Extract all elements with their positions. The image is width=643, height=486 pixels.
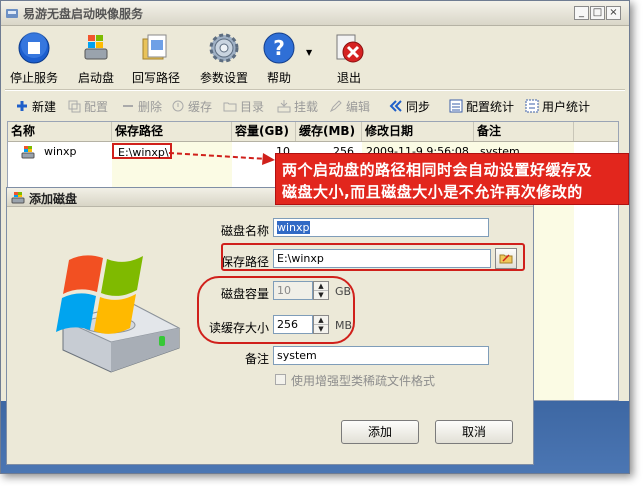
col-header-capacity[interactable]: 容量(GB) bbox=[232, 122, 296, 141]
boot-disk-icon bbox=[84, 35, 108, 60]
config-button[interactable]: 配置 bbox=[67, 97, 108, 115]
disk-row-icon bbox=[21, 146, 35, 159]
dialog-disk-icon bbox=[11, 192, 25, 204]
main-window: 易游无盘启动映像服务 _ □ × 停止服务 启动盘 回写路径 参数设置 ? 帮助… bbox=[0, 0, 630, 474]
dialog-title: 添加磁盘 bbox=[29, 192, 78, 206]
plus-icon bbox=[17, 101, 27, 111]
help-button[interactable]: ? 帮助 bbox=[259, 29, 299, 85]
sync-button[interactable]: 同步 bbox=[389, 97, 430, 115]
sparse-file-label: 使用增强型类稀疏文件格式 bbox=[291, 374, 436, 388]
col-header-name[interactable]: 名称 bbox=[8, 122, 112, 141]
row-path: E:\winxp\ bbox=[112, 143, 172, 159]
window-title: 易游无盘启动映像服务 bbox=[23, 7, 144, 21]
help-icon: ? bbox=[263, 32, 295, 64]
writeback-path-label: 回写路径 bbox=[131, 71, 180, 85]
maximize-button[interactable]: □ bbox=[590, 6, 605, 20]
size-fields-highlight bbox=[197, 276, 355, 344]
directory-button[interactable]: 目录 bbox=[223, 97, 264, 115]
app-icon bbox=[6, 9, 18, 18]
callout-line-1: 两个启动盘的路径相同时会自动设置好缓存及 bbox=[282, 161, 593, 179]
toolbar-divider bbox=[5, 89, 625, 91]
user-stats-label: 用户统计 bbox=[542, 99, 591, 114]
minus-icon bbox=[123, 105, 133, 107]
close-button[interactable]: × bbox=[606, 6, 621, 20]
edit-button[interactable]: 编辑 bbox=[329, 97, 370, 115]
exit-label: 退出 bbox=[336, 71, 361, 85]
exit-button[interactable]: 退出 bbox=[327, 29, 371, 85]
mount-icon bbox=[277, 100, 291, 113]
user-stats-button[interactable]: 用户统计 bbox=[525, 97, 590, 115]
secondary-toolbar: 新建 配置 删除 缓存 目录 挂载 编辑 同步 配置统计 用户统计 bbox=[1, 93, 629, 117]
cancel-button[interactable]: 取消 bbox=[435, 420, 513, 444]
disk-name-value: winxp bbox=[277, 221, 310, 234]
col-header-path[interactable]: 保存路径 bbox=[112, 122, 232, 141]
settings-button[interactable]: 参数设置 bbox=[195, 29, 253, 85]
config-stats-label: 配置统计 bbox=[466, 99, 515, 114]
directory-label: 目录 bbox=[240, 99, 265, 114]
col-header-note[interactable]: 备注 bbox=[474, 122, 574, 141]
main-toolbar: 停止服务 启动盘 回写路径 参数设置 ? 帮助 ▼ 退出 bbox=[1, 26, 629, 86]
callout-arrow bbox=[168, 152, 275, 165]
disk-name-label: 磁盘名称 bbox=[220, 224, 269, 238]
writeback-path-icon bbox=[142, 34, 167, 60]
cache-icon bbox=[172, 100, 184, 112]
user-stats-icon bbox=[525, 99, 539, 113]
boot-disk-button[interactable]: 启动盘 bbox=[71, 29, 121, 85]
edit-label: 编辑 bbox=[346, 99, 371, 114]
config-stats-button[interactable]: 配置统计 bbox=[449, 97, 514, 115]
settings-gear-icon bbox=[209, 33, 239, 63]
settings-label: 参数设置 bbox=[199, 71, 248, 85]
help-label: 帮助 bbox=[266, 71, 291, 85]
stop-service-icon bbox=[18, 32, 50, 64]
col-header-cache[interactable]: 缓存(MB) bbox=[296, 122, 362, 141]
row-name: winxp bbox=[44, 145, 77, 158]
cache-button[interactable]: 缓存 bbox=[171, 97, 212, 115]
mount-label: 挂载 bbox=[294, 99, 319, 114]
stop-service-label: 停止服务 bbox=[9, 71, 58, 85]
cache-label: 缓存 bbox=[188, 99, 213, 114]
delete-label: 删除 bbox=[138, 99, 163, 114]
exit-icon bbox=[336, 34, 364, 63]
note-label: 备注 bbox=[244, 352, 269, 366]
col-header-date[interactable]: 修改日期 bbox=[362, 122, 474, 141]
config-icon bbox=[68, 100, 81, 113]
save-path-highlight bbox=[221, 243, 525, 271]
stop-service-button[interactable]: 停止服务 bbox=[5, 29, 63, 85]
help-dropdown-icon[interactable]: ▼ bbox=[306, 48, 312, 57]
sync-label: 同步 bbox=[406, 99, 431, 114]
config-stats-icon bbox=[449, 99, 463, 113]
note-input[interactable]: system bbox=[273, 346, 489, 365]
mount-button[interactable]: 挂载 bbox=[277, 97, 318, 115]
edit-icon bbox=[329, 100, 342, 113]
sparse-file-checkbox[interactable] bbox=[275, 374, 286, 385]
add-disk-dialog: 添加磁盘 × 磁盘名称 winxp 保存路径 E:\winxp 磁盘容量 10 bbox=[6, 187, 534, 465]
new-label: 新建 bbox=[32, 99, 57, 114]
boot-disk-label: 启动盘 bbox=[77, 71, 114, 85]
windows-disk-illustration bbox=[56, 255, 181, 373]
add-button[interactable]: 添加 bbox=[341, 420, 419, 444]
title-bar: 易游无盘启动映像服务 _ □ × bbox=[1, 1, 629, 26]
new-button[interactable]: 新建 bbox=[15, 97, 56, 115]
callout-line-2: 磁盘大小,而且磁盘大小是不允许再次修改的 bbox=[282, 183, 583, 201]
folder-icon bbox=[223, 102, 237, 112]
writeback-path-button[interactable]: 回写路径 bbox=[127, 29, 185, 85]
disk-name-input[interactable]: winxp bbox=[273, 218, 489, 237]
minimize-button[interactable]: _ bbox=[574, 6, 589, 20]
svg-text:?: ? bbox=[273, 36, 285, 60]
config-label: 配置 bbox=[84, 99, 109, 114]
list-header: 名称 保存路径 容量(GB) 缓存(MB) 修改日期 备注 bbox=[8, 122, 618, 142]
annotation-callout: 两个启动盘的路径相同时会自动设置好缓存及 磁盘大小,而且磁盘大小是不允许再次修改… bbox=[275, 153, 629, 205]
sync-icon bbox=[389, 100, 402, 112]
delete-button[interactable]: 删除 bbox=[121, 97, 162, 115]
